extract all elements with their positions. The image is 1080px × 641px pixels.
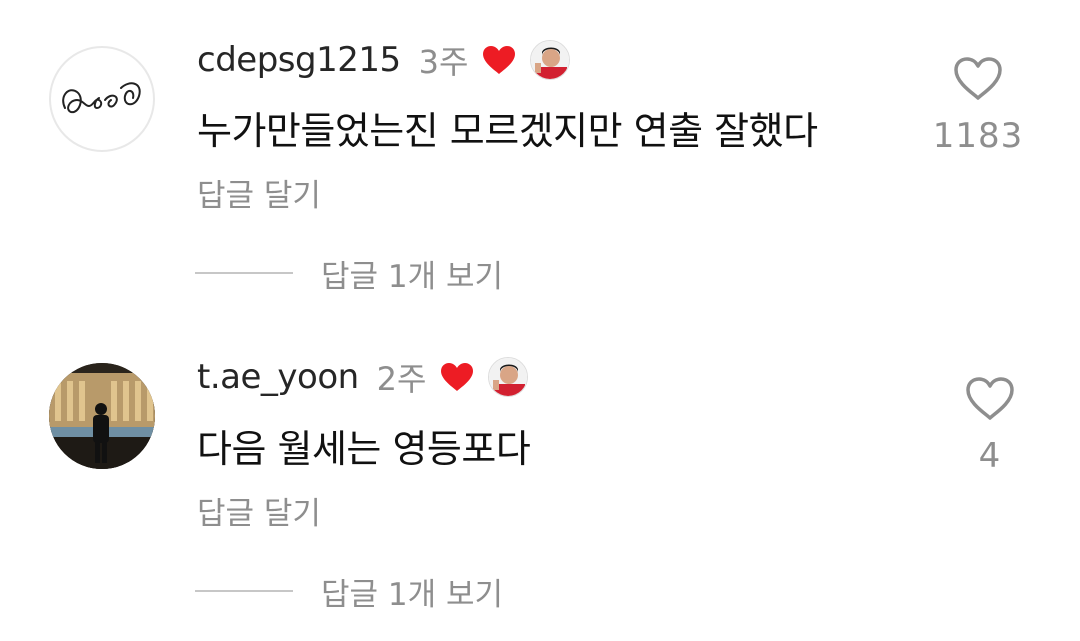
comment-text: 다음 월세는 영등포다 (197, 427, 531, 471)
comment-meta: cdepsg1215 3주 (197, 36, 571, 84)
comment-username[interactable]: t.ae_yoon (197, 357, 359, 397)
comment-timestamp: 3주 (418, 43, 469, 81)
like-count: 1183 (932, 116, 1024, 156)
comment-item: cdepsg1215 3주 누가만들었는진 모르겠지만 연출 잘했다 답글 달기… (0, 0, 1080, 320)
heart-filled-icon (482, 45, 516, 75)
like-block: 4 (930, 376, 1050, 476)
creator-avatar (530, 40, 571, 80)
reply-button[interactable]: 답글 달기 (197, 170, 321, 215)
comment-username[interactable]: cdepsg1215 (197, 40, 401, 80)
divider-line (195, 272, 293, 274)
heart-outline-icon[interactable] (953, 56, 1003, 102)
view-replies-label: 답글 1개 보기 (321, 258, 504, 295)
like-block: 1183 (918, 56, 1038, 156)
view-replies-button[interactable]: 답글 1개 보기 (195, 571, 504, 613)
comment-text: 누가만들었는진 모르겠지만 연출 잘했다 (197, 109, 818, 153)
reply-button[interactable]: 답글 달기 (197, 488, 321, 533)
heart-filled-icon (440, 362, 474, 392)
comment-item: t.ae_yoon 2주 다음 월세는 영등포다 답글 달기 답글 1개 보기 (0, 320, 1080, 641)
heart-outline-icon[interactable] (965, 376, 1015, 422)
signature-avatar-image (62, 82, 141, 114)
creator-avatar (488, 357, 529, 397)
view-replies-label: 답글 1개 보기 (321, 576, 504, 613)
comment-meta: t.ae_yoon 2주 (197, 353, 529, 401)
user-avatar[interactable] (49, 363, 155, 469)
view-replies-button[interactable]: 답글 1개 보기 (195, 253, 504, 295)
comment-timestamp: 2주 (376, 360, 427, 398)
user-avatar[interactable] (49, 46, 155, 152)
divider-line (195, 590, 293, 592)
like-count: 4 (978, 436, 1002, 476)
night-photo-avatar-image (49, 363, 155, 469)
